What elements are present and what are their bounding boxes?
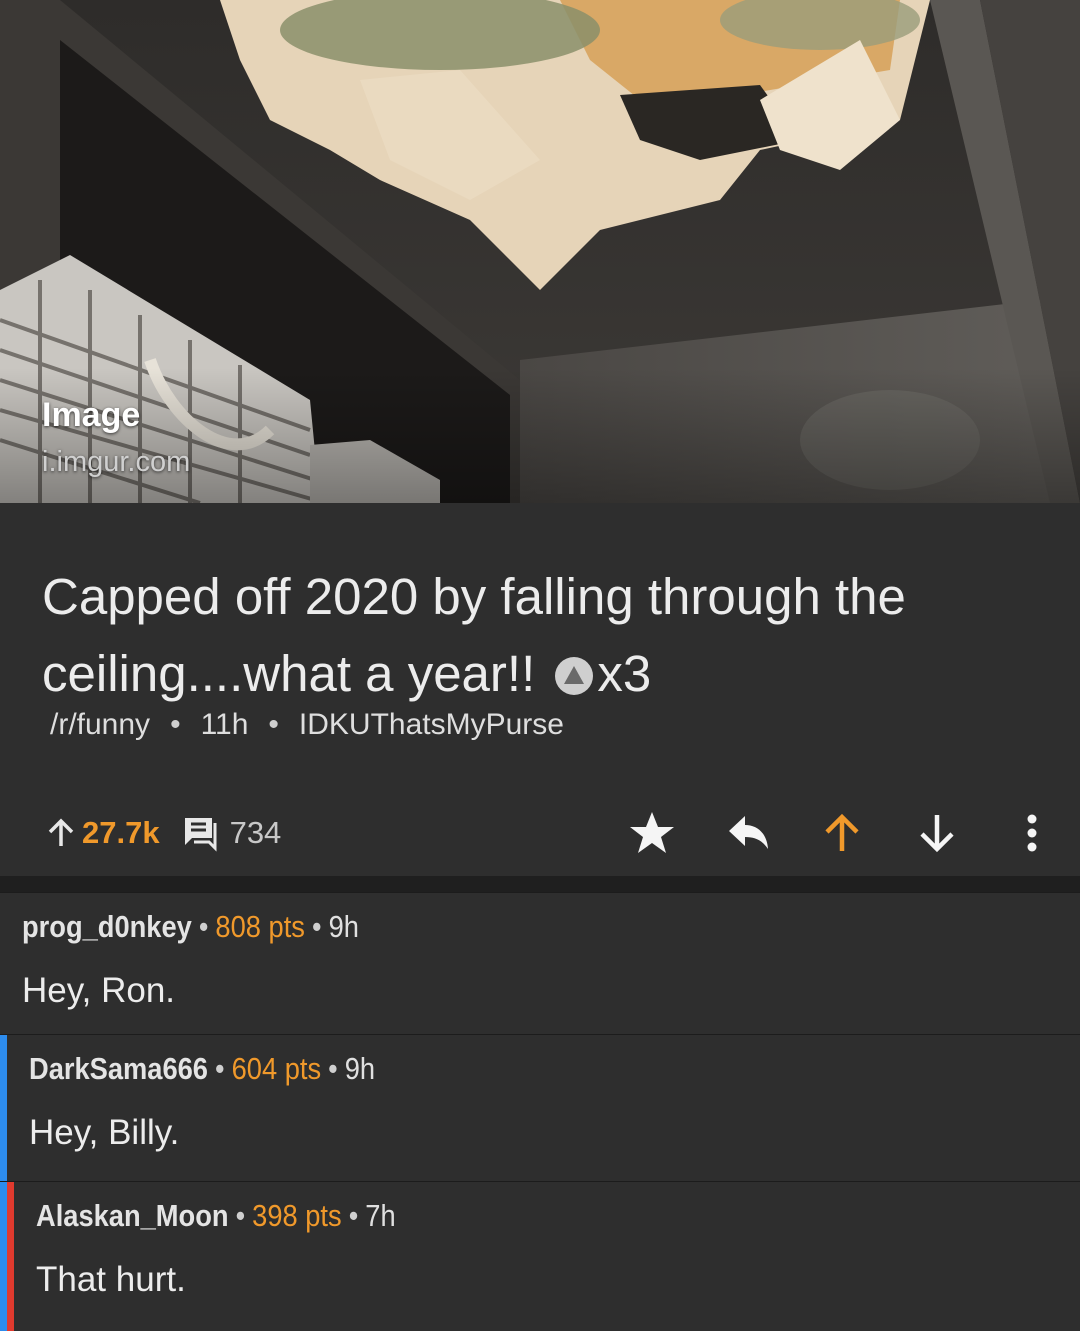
comment-header: prog_d0nkey • 808 pts • 9h: [22, 909, 359, 944]
comment-author[interactable]: Alaskan_Moon: [36, 1198, 229, 1233]
depth-indicator: [7, 1182, 14, 1331]
section-divider: [0, 876, 1080, 892]
comment[interactable]: Alaskan_Moon • 398 pts • 7h That hurt.: [0, 1181, 1080, 1331]
star-icon: [630, 812, 674, 853]
more-vertical-icon: [1027, 814, 1037, 852]
score-display: 27.7k 734: [46, 803, 281, 863]
reply-icon: [729, 816, 768, 849]
comment-count: 734: [229, 815, 282, 850]
image-domain[interactable]: i.imgur.com: [42, 446, 190, 479]
comment-icon: [184, 818, 217, 852]
post-image[interactable]: Image i.imgur.com: [0, 0, 1080, 503]
save-button[interactable]: [628, 803, 676, 863]
upvote-arrow-icon: [48, 818, 74, 846]
subreddit-link[interactable]: /r/funny: [50, 708, 150, 741]
image-label: Image: [42, 396, 141, 434]
comment-author[interactable]: prog_d0nkey: [22, 909, 192, 944]
post-author[interactable]: IDKUThatsMyPurse: [299, 708, 564, 741]
more-options-button[interactable]: [1020, 803, 1044, 863]
post-title[interactable]: Capped off 2020 by falling through the c…: [42, 558, 1042, 712]
post-actions: 27.7k 734: [0, 803, 1080, 863]
post-score: 27.7k: [82, 815, 160, 850]
comment-points: 398 pts: [252, 1198, 342, 1233]
comment-points: 808 pts: [215, 909, 305, 944]
comment-age: 9h: [344, 1051, 376, 1086]
depth-indicator: [0, 1182, 7, 1331]
comment[interactable]: prog_d0nkey • 808 pts • 9h Hey, Ron.: [0, 892, 1080, 1035]
post-age: 11h: [200, 708, 249, 741]
comment-header: Alaskan_Moon • 398 pts • 7h: [36, 1198, 396, 1233]
comment[interactable]: DarkSama666 • 604 pts • 9h Hey, Billy.: [0, 1034, 1080, 1182]
comment-author[interactable]: DarkSama666: [29, 1051, 208, 1086]
comment-age: 9h: [328, 909, 359, 944]
reply-button[interactable]: [725, 803, 771, 863]
comment-header: DarkSama666 • 604 pts • 9h: [29, 1051, 376, 1086]
comment-body: Hey, Billy.: [29, 1113, 180, 1152]
upvote-icon: [825, 813, 859, 851]
depth-indicator: [0, 1035, 7, 1182]
award-count: x3: [597, 645, 652, 702]
comment-age: 7h: [365, 1198, 396, 1233]
comment-body: Hey, Ron.: [22, 971, 176, 1010]
post-info: Capped off 2020 by falling through the c…: [0, 503, 1080, 876]
downvote-icon: [920, 815, 954, 853]
comment-body: That hurt.: [36, 1260, 186, 1299]
comment-points: 604 pts: [231, 1051, 322, 1086]
downvote-button[interactable]: [917, 803, 957, 863]
upvote-button[interactable]: [822, 803, 862, 863]
post-meta: /r/funny • 11h • IDKUThatsMyPurse: [50, 708, 564, 741]
award-icon[interactable]: [555, 657, 594, 695]
